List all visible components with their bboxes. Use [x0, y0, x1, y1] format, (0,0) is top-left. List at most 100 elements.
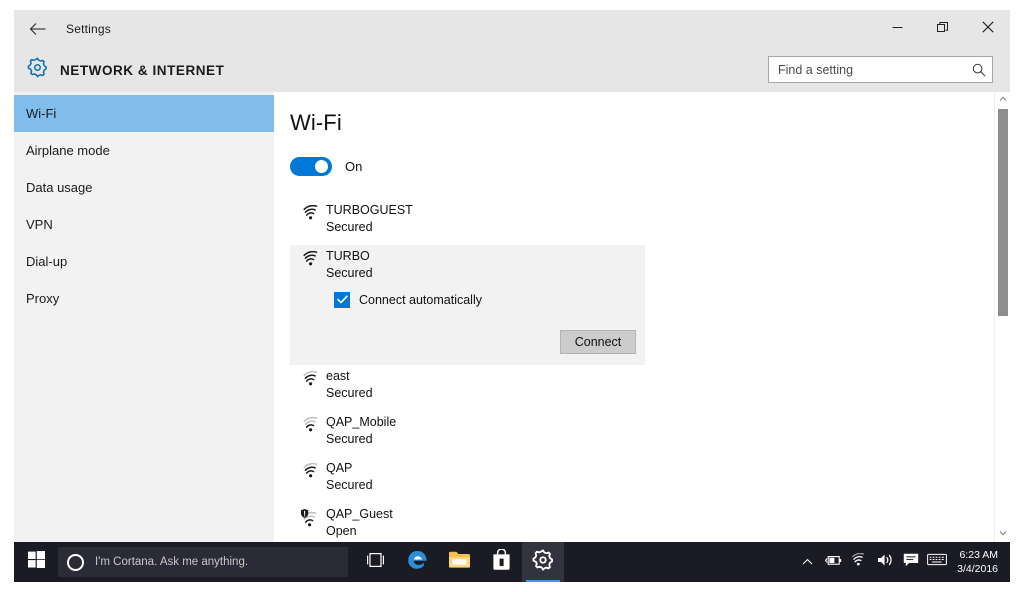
network-item-qap-mobile[interactable]: QAP_Mobile Secured	[290, 411, 645, 457]
wifi-toggle-row: On	[290, 157, 1010, 176]
connect-button-row: Connect	[290, 330, 645, 354]
sidebar-nav: Wi-Fi Airplane mode Data usage VPN Dial-…	[14, 92, 274, 542]
toggle-knob	[315, 160, 328, 173]
title-bar: Settings	[14, 10, 1010, 48]
network-item-qap-guest[interactable]: QAP_Guest Open	[290, 503, 645, 542]
task-view-button[interactable]	[354, 542, 396, 582]
wifi-toggle-label: On	[345, 159, 363, 174]
action-center-button[interactable]	[898, 542, 924, 582]
show-hidden-icons-icon	[802, 553, 813, 571]
app-title: Settings	[66, 22, 111, 36]
task-view-icon	[365, 552, 386, 573]
edge-browser-button[interactable]	[396, 542, 438, 582]
taskbar: I'm Cortana. Ask me anything. 6:23 AM 3/…	[14, 542, 1010, 582]
network-item-east[interactable]: east Secured	[290, 365, 645, 411]
network-item-turboguest[interactable]: TURBOGUEST Secured	[290, 199, 645, 245]
chevron-down-icon	[999, 530, 1007, 538]
connect-automatically-checkbox[interactable]	[334, 292, 350, 308]
file-explorer-icon	[448, 550, 471, 574]
network-status: Secured	[326, 265, 373, 280]
window-controls	[875, 10, 1010, 48]
touch-keyboard-button[interactable]	[924, 542, 950, 582]
file-explorer-button[interactable]	[438, 542, 480, 582]
search-icon	[972, 63, 986, 77]
cortana-placeholder: I'm Cortana. Ask me anything.	[95, 556, 249, 568]
network-item-turbo[interactable]: TURBO Secured	[290, 245, 645, 291]
edge-browser-icon	[406, 548, 429, 576]
chevron-up-icon	[999, 96, 1007, 104]
windows-start-icon	[27, 551, 45, 573]
close-icon	[981, 20, 994, 38]
sidebar-item-vpn[interactable]: VPN	[14, 206, 274, 243]
scrollbar-thumb[interactable]	[998, 109, 1008, 316]
network-item-turbo-expanded[interactable]: TURBO Secured Connect automatically Conn…	[290, 245, 645, 365]
wifi-signal-open-icon	[296, 503, 326, 527]
sidebar-item-wifi[interactable]: Wi-Fi	[14, 95, 274, 132]
network-item-qap[interactable]: QAP Secured	[290, 457, 645, 503]
sidebar-item-label: VPN	[26, 217, 53, 232]
volume-icon	[877, 553, 894, 572]
start-button[interactable]	[14, 542, 58, 582]
close-button[interactable]	[965, 10, 1010, 48]
sidebar-item-data-usage[interactable]: Data usage	[14, 169, 274, 206]
settings-taskbar-button[interactable]	[522, 542, 564, 582]
taskbar-app-icons	[354, 542, 564, 582]
sidebar-item-label: Wi-Fi	[26, 106, 57, 121]
checkmark-icon	[336, 291, 348, 309]
action-center-icon	[903, 553, 919, 572]
network-name: TURBO	[326, 249, 370, 263]
page-title: Wi-Fi	[290, 110, 342, 135]
taskbar-clock[interactable]: 6:23 AM 3/4/2016	[950, 548, 1010, 576]
scroll-down-button[interactable]	[995, 526, 1010, 542]
network-name: TURBOGUEST	[326, 203, 413, 217]
wifi-icon	[851, 552, 867, 571]
sidebar-item-proxy[interactable]: Proxy	[14, 280, 274, 317]
show-hidden-icons-button[interactable]	[794, 542, 820, 582]
network-name: QAP	[326, 461, 353, 475]
window-body: Wi-Fi Airplane mode Data usage VPN Dial-…	[14, 92, 1010, 542]
sidebar-item-label: Proxy	[26, 291, 60, 306]
cortana-circle-icon	[67, 553, 84, 571]
connect-button[interactable]: Connect	[560, 330, 636, 354]
content-scrollbar[interactable]	[994, 92, 1010, 542]
content-pane: Wi-Fi On TURBOGUEST Secured TURBO Secure…	[274, 92, 1010, 542]
network-name: QAP_Mobile	[326, 415, 397, 429]
sidebar-item-airplane-mode[interactable]: Airplane mode	[14, 132, 274, 169]
wifi-signal-icon	[296, 245, 326, 266]
wifi-toggle[interactable]	[290, 157, 332, 176]
search-input[interactable]	[778, 62, 972, 77]
scroll-up-button[interactable]	[995, 92, 1010, 108]
battery-button[interactable]	[820, 542, 846, 582]
available-networks-list: TURBOGUEST Secured TURBO Secured Connect…	[290, 199, 645, 542]
search-setting-box[interactable]	[768, 56, 993, 83]
touch-keyboard-icon	[927, 553, 948, 571]
network-status: Secured	[326, 219, 373, 234]
wifi-signal-icon	[296, 365, 326, 386]
settings-gear-icon	[532, 548, 554, 576]
settings-gear-button[interactable]	[14, 48, 60, 92]
wifi-signal-icon	[296, 199, 326, 220]
network-status: Secured	[326, 385, 373, 400]
header-bar: NETWORK & INTERNET	[14, 48, 1010, 92]
cortana-search-box[interactable]: I'm Cortana. Ask me anything.	[58, 547, 348, 577]
clock-date: 3/4/2016	[957, 563, 998, 575]
connect-automatically-row[interactable]: Connect automatically	[290, 292, 645, 308]
minimize-icon	[892, 20, 903, 38]
volume-button[interactable]	[872, 542, 898, 582]
settings-window: Settings NETWORK & INTERNET Find a setti…	[14, 10, 1010, 542]
gear-icon	[27, 57, 48, 83]
maximize-button[interactable]	[920, 10, 965, 48]
sidebar-item-dial-up[interactable]: Dial-up	[14, 243, 274, 280]
microsoft-store-icon	[492, 548, 511, 575]
network-name: QAP_Guest	[326, 507, 393, 521]
wifi-tray-button[interactable]	[846, 542, 872, 582]
connect-automatically-label: Connect automatically	[359, 293, 482, 307]
battery-icon	[824, 553, 842, 571]
network-status: Secured	[326, 431, 373, 446]
microsoft-store-button[interactable]	[480, 542, 522, 582]
wifi-signal-icon	[296, 411, 326, 432]
page-category-title: NETWORK & INTERNET	[60, 62, 225, 78]
back-button[interactable]	[14, 10, 60, 48]
minimize-button[interactable]	[875, 10, 920, 48]
sidebar-item-label: Data usage	[26, 180, 93, 195]
